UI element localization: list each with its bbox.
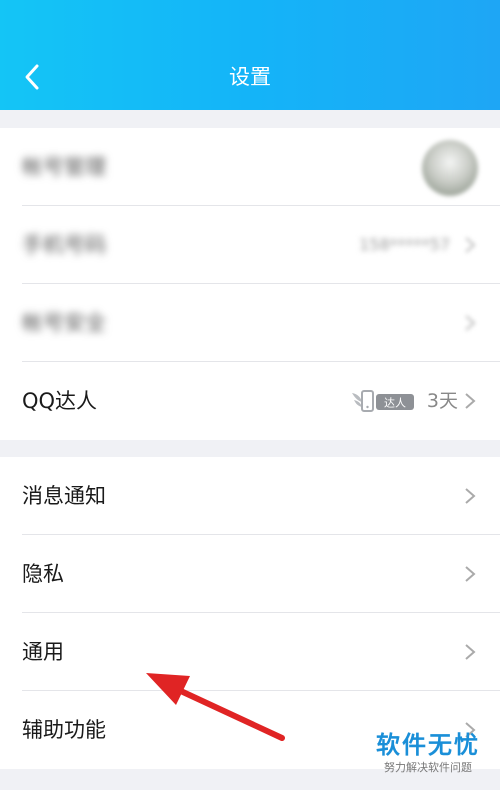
watermark-title: 软件无忧 — [376, 731, 480, 759]
annotation-arrow — [146, 673, 285, 741]
watermark-subtitle: 努力解决软件问题 — [384, 761, 472, 774]
watermark: 软件无忧 努力解决软件问题 — [370, 730, 486, 776]
